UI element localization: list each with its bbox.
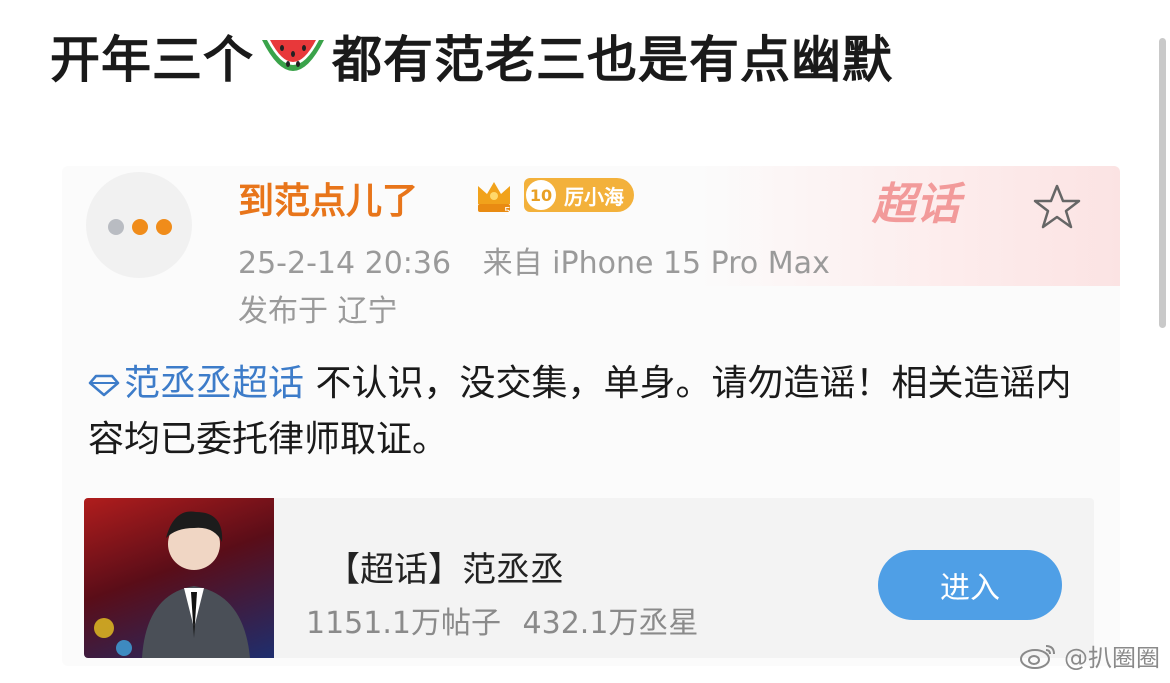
- avatar-dot-orange-2: [156, 219, 172, 235]
- person-photo-icon: [94, 511, 250, 658]
- fan-badge-level: 10: [524, 178, 558, 212]
- post-content: 范丞丞超话 不认识，没交集，单身。请勿造谣！相关造谣内容均已委托律师取证。: [88, 356, 1098, 468]
- diamond-icon: [88, 374, 120, 397]
- topic-link-label: 范丞丞超话: [124, 363, 305, 404]
- watermark: @扒圈圈: [1018, 638, 1160, 673]
- supertopic-card[interactable]: 【超话】范丞丞 1151.1万帖子 432.1万丞星 进入: [84, 498, 1094, 658]
- avatar-dot-orange: [132, 219, 148, 235]
- star-icon[interactable]: [1032, 182, 1082, 232]
- headline-text-end: 都有范老三也是有点幽默: [332, 31, 893, 89]
- weibo-post: 超话 到范点儿了 5 10 厉小海 25-2-14 20:36 来自 iPhon…: [62, 166, 1120, 666]
- post-meta: 25-2-14 20:36 来自 iPhone 15 Pro Max: [238, 238, 852, 282]
- card-post-count: 1151.1万帖子: [306, 606, 501, 641]
- fan-badge-label: 厉小海: [564, 184, 624, 209]
- topic-link[interactable]: 范丞丞超话: [88, 363, 315, 404]
- author-name[interactable]: 到范点儿了: [238, 172, 418, 224]
- post-location: 发布于 辽宁: [238, 294, 398, 329]
- banner-text: 超话: [872, 179, 960, 230]
- crown-badge-icon: 5: [478, 182, 511, 216]
- card-title: 【超话】范丞丞: [326, 550, 564, 590]
- post-timestamp: 25-2-14 20:36: [238, 246, 452, 281]
- watermelon-icon: [262, 40, 324, 71]
- enter-button[interactable]: 进入: [878, 550, 1062, 620]
- weibo-logo-icon: [1020, 644, 1055, 669]
- card-stats: 1151.1万帖子 432.1万丞星: [306, 598, 710, 642]
- crown-level: 5: [504, 205, 511, 216]
- watermark-text: @扒圈圈: [1064, 644, 1160, 672]
- avatar[interactable]: [86, 172, 192, 278]
- headline: 开年三个 都有范老三也是有点幽默: [50, 28, 893, 92]
- headline-text-start: 开年三个: [50, 31, 254, 89]
- avatar-dot-silver: [108, 219, 124, 235]
- scrollbar[interactable]: [1159, 38, 1166, 328]
- post-source: 来自 iPhone 15 Pro Max: [482, 246, 830, 281]
- fan-badge[interactable]: 10 厉小海: [524, 178, 634, 212]
- card-fan-count: 432.1万丞星: [522, 606, 699, 641]
- card-photo: [84, 498, 274, 658]
